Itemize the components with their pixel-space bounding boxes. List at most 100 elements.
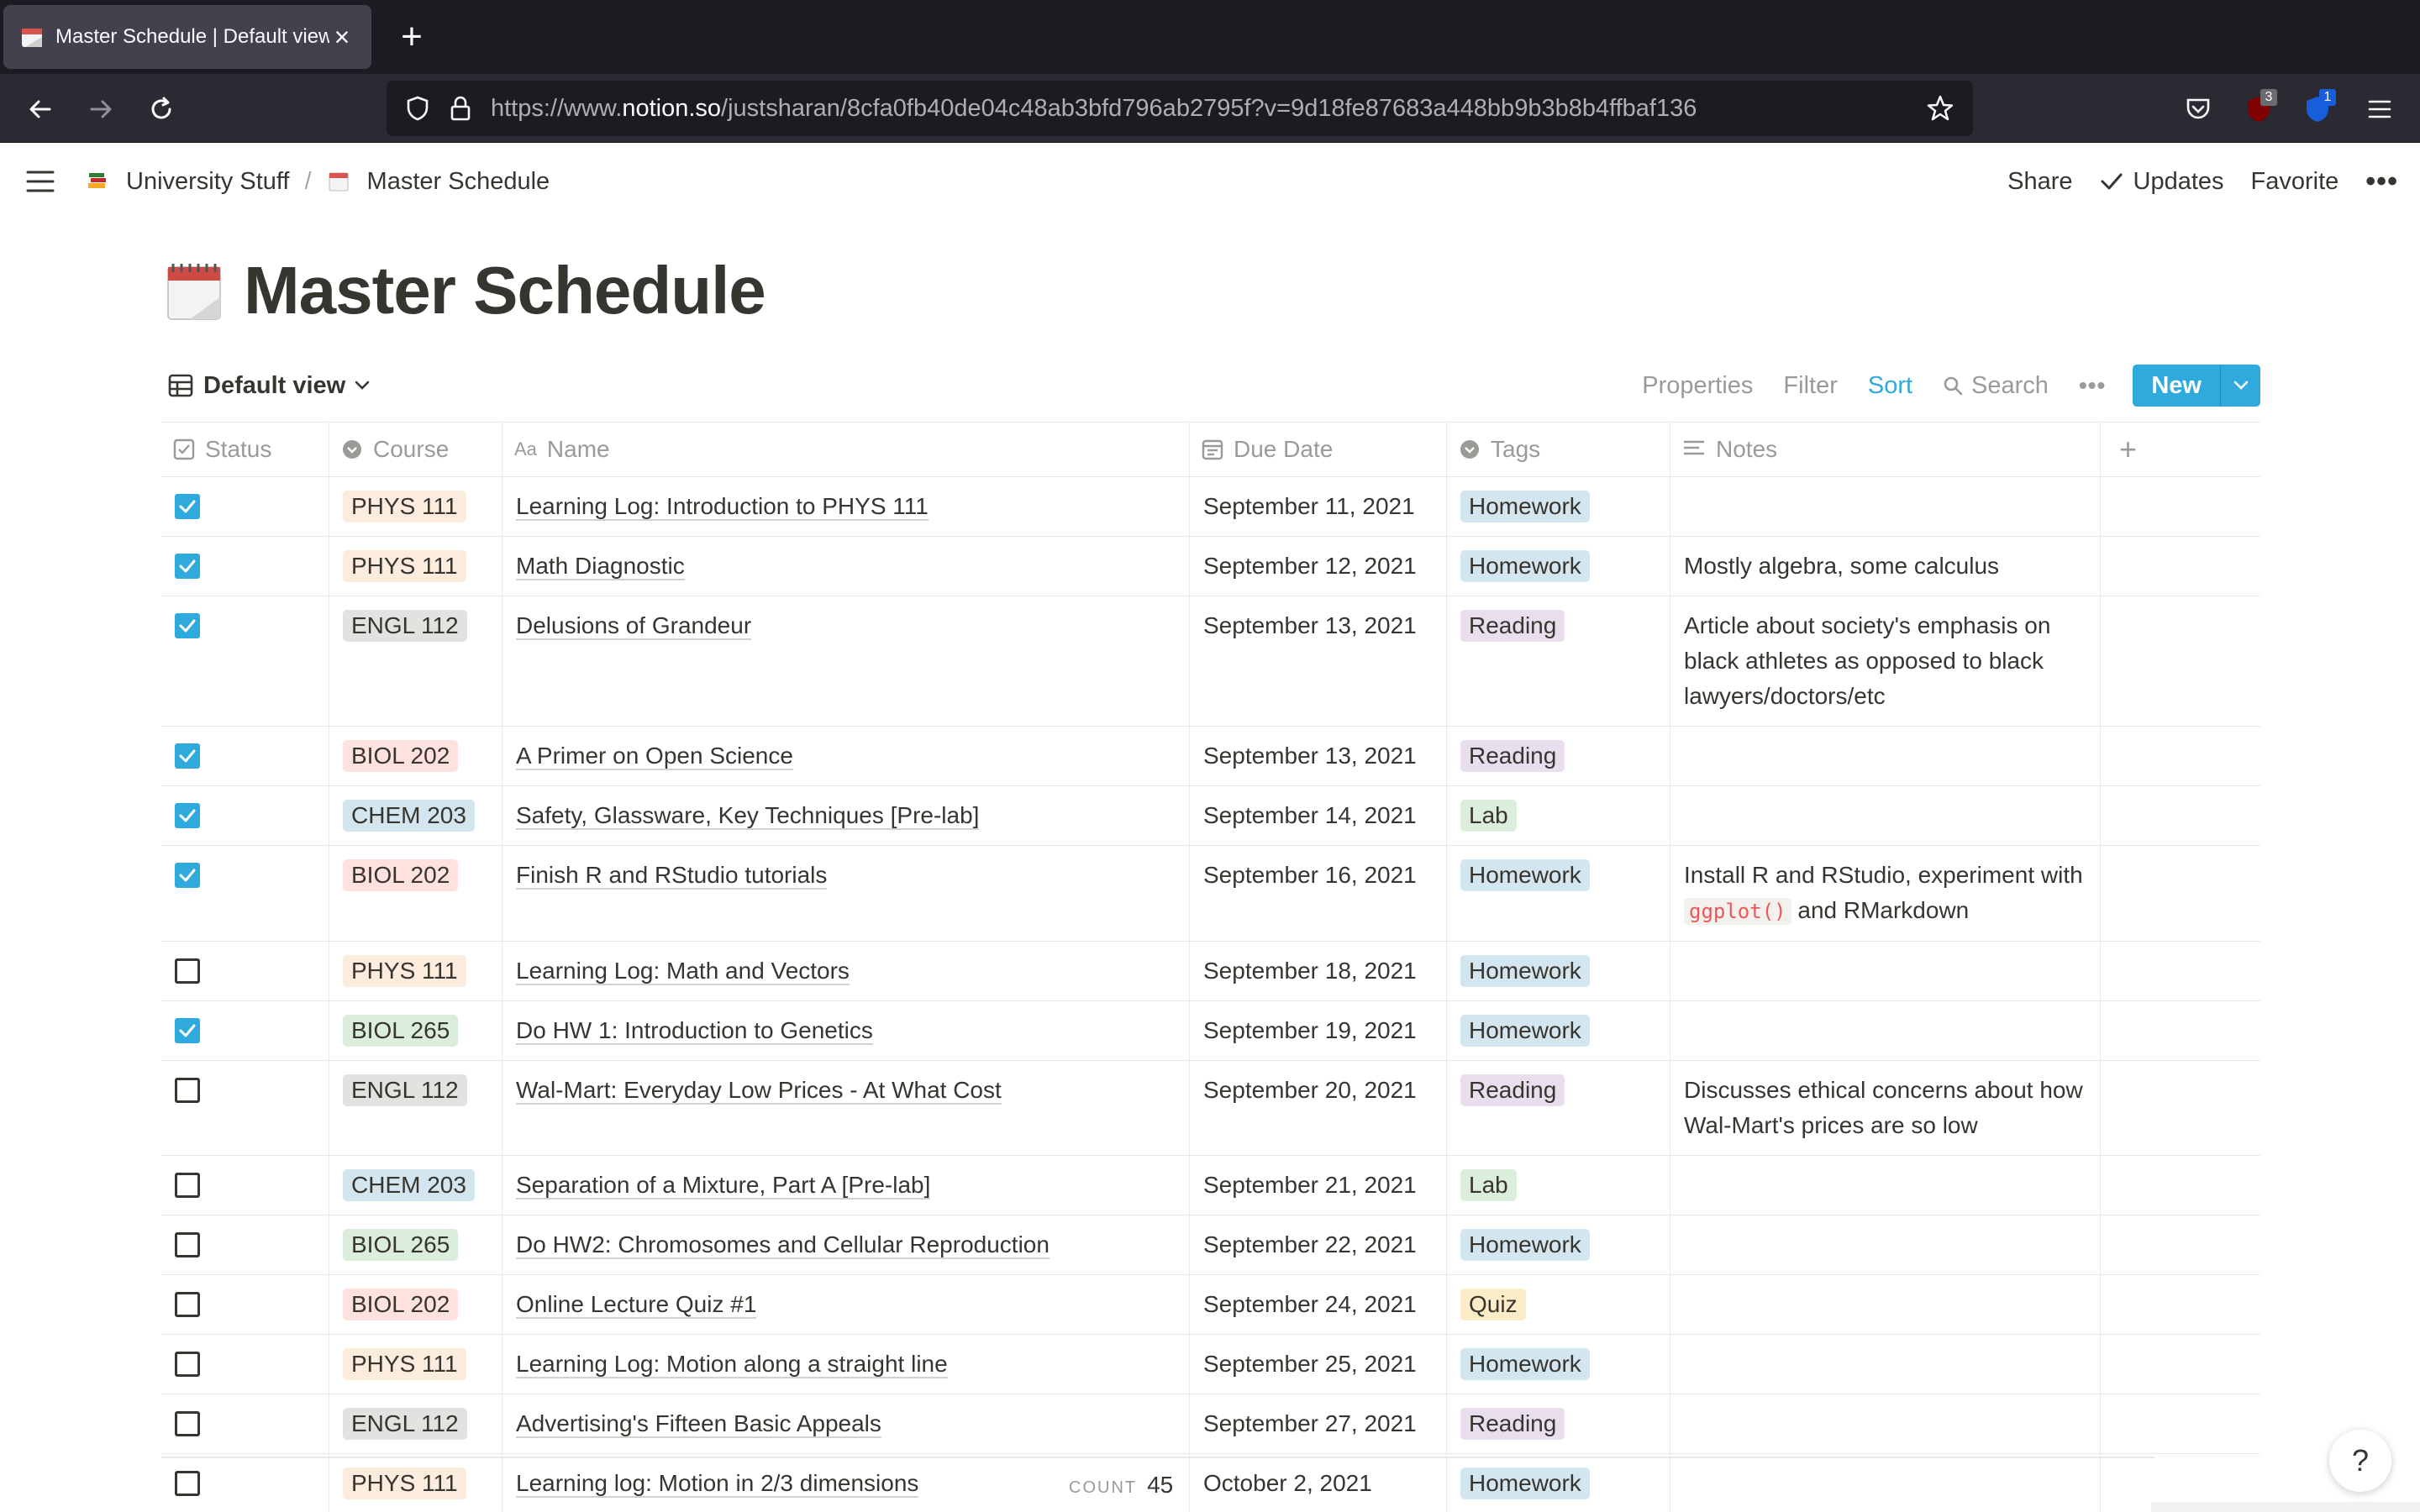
checkbox-checked[interactable] xyxy=(175,1018,200,1043)
checkbox-unchecked[interactable] xyxy=(175,1471,200,1496)
course-cell[interactable]: CHEM 203 xyxy=(329,1156,502,1215)
course-cell[interactable]: BIOL 202 xyxy=(329,727,502,785)
name-cell[interactable]: Wal-Mart: Everyday Low Prices - At What … xyxy=(502,1061,1190,1155)
due-date-cell[interactable]: September 24, 2021 xyxy=(1190,1275,1447,1334)
page-link[interactable]: A Primer on Open Science xyxy=(516,743,793,770)
page-link[interactable]: Wal-Mart: Everyday Low Prices - At What … xyxy=(516,1077,1002,1105)
page-link[interactable]: Advertising's Fifteen Basic Appeals xyxy=(516,1410,881,1438)
page-link[interactable]: Safety, Glassware, Key Techniques [Pre-l… xyxy=(516,802,980,830)
checkbox-unchecked[interactable] xyxy=(175,1411,200,1436)
tags-cell[interactable]: Homework xyxy=(1447,477,1670,536)
notes-cell[interactable] xyxy=(1670,1001,2101,1060)
column-header-due-date[interactable]: Due Date xyxy=(1190,423,1447,476)
table-row[interactable]: PHYS 111 Learning Log: Motion along a str… xyxy=(161,1335,2260,1394)
bitwarden-extension-icon[interactable]: 1 xyxy=(2297,89,2338,129)
favorite-button[interactable]: Favorite xyxy=(2251,168,2339,196)
new-tab-icon[interactable]: + xyxy=(393,18,430,55)
help-button[interactable]: ? xyxy=(2329,1430,2391,1492)
new-dropdown-chevron-icon[interactable] xyxy=(2220,365,2260,407)
course-cell[interactable]: BIOL 265 xyxy=(329,1001,502,1060)
count-summary[interactable]: COUNT 45 xyxy=(1069,1472,1173,1499)
notes-cell[interactable] xyxy=(1670,1394,2101,1453)
name-cell[interactable]: Math Diagnostic xyxy=(502,537,1190,596)
tags-cell[interactable]: Homework xyxy=(1447,537,1670,596)
checkbox-unchecked[interactable] xyxy=(175,1078,200,1103)
page-link[interactable]: Learning Log: Introduction to PHYS 111 xyxy=(516,493,929,521)
name-cell[interactable]: Separation of a Mixture, Part A [Pre-lab… xyxy=(502,1156,1190,1215)
due-date-cell[interactable]: September 22, 2021 xyxy=(1190,1215,1447,1274)
checkbox-checked[interactable] xyxy=(175,554,200,579)
checkbox-checked[interactable] xyxy=(175,743,200,769)
name-cell[interactable]: Learning Log: Motion along a straight li… xyxy=(502,1335,1190,1394)
notes-cell[interactable] xyxy=(1670,786,2101,845)
page-link[interactable]: Finish R and RStudio tutorials xyxy=(516,862,828,890)
tags-cell[interactable]: Lab xyxy=(1447,786,1670,845)
course-cell[interactable]: PHYS 111 xyxy=(329,942,502,1000)
share-button[interactable]: Share xyxy=(2007,168,2072,196)
table-row[interactable]: ENGL 112 Delusions of Grandeur September 1… xyxy=(161,596,2260,727)
name-cell[interactable]: Do HW2: Chromosomes and Cellular Reprodu… xyxy=(502,1215,1190,1274)
name-cell[interactable]: Learning Log: Math and Vectors xyxy=(502,942,1190,1000)
properties-button[interactable]: Properties xyxy=(1642,372,1753,400)
column-header-status[interactable]: Status xyxy=(161,423,329,476)
tags-cell[interactable]: Reading xyxy=(1447,727,1670,785)
due-date-cell[interactable]: September 18, 2021 xyxy=(1190,942,1447,1000)
tags-cell[interactable]: Reading xyxy=(1447,1394,1670,1453)
table-row[interactable]: PHYS 111 Learning log: Motion in 2/3 dime… xyxy=(161,1454,2260,1512)
due-date-cell[interactable]: September 13, 2021 xyxy=(1190,727,1447,785)
name-cell[interactable]: Finish R and RStudio tutorials xyxy=(502,846,1190,941)
more-view-options-icon[interactable]: ••• xyxy=(2079,372,2106,399)
tags-cell[interactable]: Homework xyxy=(1447,1335,1670,1394)
table-row[interactable]: ENGL 112 Advertising's Fifteen Basic Appe… xyxy=(161,1394,2260,1454)
page-link[interactable]: Do HW2: Chromosomes and Cellular Reprodu… xyxy=(516,1231,1050,1259)
name-cell[interactable]: Advertising's Fifteen Basic Appeals xyxy=(502,1394,1190,1453)
close-tab-icon[interactable]: × xyxy=(329,22,355,52)
checkbox-unchecked[interactable] xyxy=(175,1173,200,1198)
course-cell[interactable]: ENGL 112 xyxy=(329,1061,502,1155)
updates-button[interactable]: Updates xyxy=(2100,168,2224,196)
page-title[interactable]: Master Schedule xyxy=(244,252,766,329)
notes-cell[interactable] xyxy=(1670,1454,2101,1512)
table-row[interactable]: PHYS 111 Learning Log: Math and Vectors Se… xyxy=(161,942,2260,1001)
course-cell[interactable]: ENGL 112 xyxy=(329,1394,502,1453)
course-cell[interactable]: BIOL 265 xyxy=(329,1215,502,1274)
checkbox-checked[interactable] xyxy=(175,494,200,519)
notes-cell[interactable] xyxy=(1670,1275,2101,1334)
notes-cell[interactable]: Discusses ethical concerns about how Wal… xyxy=(1670,1061,2101,1155)
pocket-icon[interactable] xyxy=(2178,89,2218,129)
add-column-button[interactable]: + xyxy=(2101,423,2260,476)
notes-cell[interactable] xyxy=(1670,942,2101,1000)
column-header-notes[interactable]: Notes xyxy=(1670,423,2101,476)
table-row[interactable]: BIOL 202 Finish R and RStudio tutorials Se… xyxy=(161,846,2260,942)
tags-cell[interactable]: Homework xyxy=(1447,1001,1670,1060)
tags-cell[interactable]: Homework xyxy=(1447,1215,1670,1274)
column-header-course[interactable]: Course xyxy=(329,423,502,476)
new-button[interactable]: New xyxy=(2133,365,2220,407)
tags-cell[interactable]: Homework xyxy=(1447,846,1670,941)
checkbox-checked[interactable] xyxy=(175,613,200,638)
due-date-cell[interactable]: September 25, 2021 xyxy=(1190,1335,1447,1394)
name-cell[interactable]: Online Lecture Quiz #1 xyxy=(502,1275,1190,1334)
table-row[interactable]: BIOL 202 Online Lecture Quiz #1 September … xyxy=(161,1275,2260,1335)
lock-icon[interactable] xyxy=(449,95,472,122)
due-date-cell[interactable]: September 21, 2021 xyxy=(1190,1156,1447,1215)
course-cell[interactable]: PHYS 111 xyxy=(329,1454,502,1512)
checkbox-unchecked[interactable] xyxy=(175,1292,200,1317)
due-date-cell[interactable]: October 2, 2021 xyxy=(1190,1454,1447,1512)
shield-icon[interactable] xyxy=(405,95,430,122)
page-link[interactable]: Learning log: Motion in 2/3 dimensions xyxy=(516,1470,919,1498)
name-cell[interactable]: Safety, Glassware, Key Techniques [Pre-l… xyxy=(502,786,1190,845)
tags-cell[interactable]: Lab xyxy=(1447,1156,1670,1215)
page-link[interactable]: Do HW 1: Introduction to Genetics xyxy=(516,1017,873,1045)
page-link[interactable]: Math Diagnostic xyxy=(516,553,685,580)
due-date-cell[interactable]: September 20, 2021 xyxy=(1190,1061,1447,1155)
due-date-cell[interactable]: September 16, 2021 xyxy=(1190,846,1447,941)
table-row[interactable]: ENGL 112 Wal-Mart: Everyday Low Prices - … xyxy=(161,1061,2260,1156)
notes-cell[interactable] xyxy=(1670,1335,2101,1394)
course-cell[interactable]: BIOL 202 xyxy=(329,1275,502,1334)
table-row[interactable]: CHEM 203 Separation of a Mixture, Part A … xyxy=(161,1156,2260,1215)
ublock-extension-icon[interactable]: 3 xyxy=(2238,89,2279,129)
browser-tab[interactable]: Master Schedule | Default view × xyxy=(3,5,371,69)
search-button[interactable]: Search xyxy=(1943,372,2049,400)
notes-cell[interactable]: Install R and RStudio, experiment with g… xyxy=(1670,846,2101,941)
